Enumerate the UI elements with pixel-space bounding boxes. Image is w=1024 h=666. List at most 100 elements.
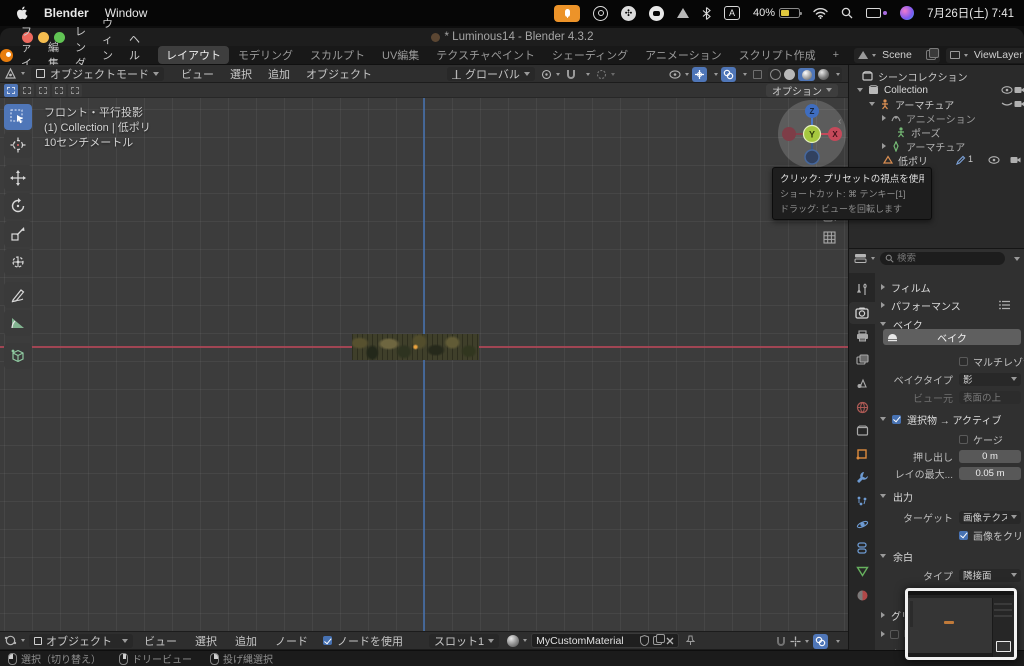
measure-tool[interactable] bbox=[4, 310, 32, 336]
navigation-gizmo[interactable]: Z X Y bbox=[778, 100, 846, 168]
obs-icon[interactable] bbox=[593, 6, 608, 21]
select-mode-subtract-button[interactable] bbox=[36, 84, 50, 97]
select-mode-new-button[interactable] bbox=[4, 84, 18, 97]
tab-shading[interactable]: シェーディング bbox=[544, 46, 636, 64]
target-dropdown[interactable]: 画像テクスチャ bbox=[959, 511, 1021, 524]
panel-margin[interactable]: 余白 bbox=[875, 548, 1024, 564]
pivot-point-dropdown[interactable] bbox=[541, 69, 560, 80]
gizmo-z-axis-ball[interactable]: Z bbox=[805, 104, 819, 118]
menubar-clock[interactable]: 7月26日(土) 7:41 bbox=[927, 5, 1014, 21]
move-tool[interactable] bbox=[4, 165, 32, 191]
tab-sculpting[interactable]: スカルプト bbox=[302, 46, 373, 64]
siri-icon[interactable] bbox=[900, 6, 914, 20]
panel-film[interactable]: フィルム bbox=[875, 279, 1024, 295]
eye-icon[interactable] bbox=[988, 156, 1000, 164]
object-visibility-dropdown[interactable] bbox=[669, 70, 689, 79]
screen-mirroring-icon[interactable] bbox=[866, 8, 887, 18]
bake-button[interactable]: ベイク bbox=[883, 329, 1021, 345]
tab-scene-properties[interactable] bbox=[854, 375, 870, 391]
proportional-editing-dropdown[interactable] bbox=[596, 69, 615, 80]
camera-restrict-icon[interactable] bbox=[1014, 85, 1024, 94]
pin-icon[interactable] bbox=[686, 635, 695, 646]
select-mode-invert-button[interactable] bbox=[52, 84, 66, 97]
gizmo-y-axis-ball[interactable]: Y bbox=[804, 126, 821, 143]
fake-user-shield-icon[interactable] bbox=[640, 635, 649, 646]
mode-dropdown[interactable]: オブジェクトモード bbox=[31, 67, 164, 81]
wireframe-shading-button[interactable] bbox=[770, 69, 781, 80]
expand-arrow-icon[interactable] bbox=[857, 88, 863, 92]
properties-editor-type-button[interactable] bbox=[854, 253, 875, 264]
from-multires-checkbox[interactable] bbox=[959, 357, 968, 366]
bake-type-dropdown[interactable]: 影 bbox=[959, 373, 1021, 386]
clear-image-checkbox[interactable] bbox=[959, 531, 968, 540]
tab-constraint-properties[interactable] bbox=[854, 540, 870, 556]
unlink-material-icon[interactable] bbox=[666, 637, 674, 645]
gizmo-x-axis-ball[interactable]: X bbox=[828, 127, 842, 141]
outliner-row-collection[interactable]: Collection bbox=[849, 83, 1024, 97]
selected-to-active-checkbox[interactable] bbox=[892, 415, 901, 424]
tab-output-properties[interactable] bbox=[854, 328, 870, 344]
panel-selected-to-active[interactable]: 選択物 → アクティブ bbox=[875, 411, 1024, 427]
viewport-3d[interactable]: フロント・平行投影 (1) Collection | 低ポリ 10センチメートル bbox=[0, 98, 848, 631]
outliner-row-animation[interactable]: アニメーション bbox=[849, 111, 1024, 125]
annotate-tool[interactable] bbox=[4, 282, 32, 308]
properties-options-dropdown[interactable] bbox=[1014, 257, 1020, 261]
tab-particle-properties[interactable] bbox=[854, 493, 870, 509]
shader-menu-view[interactable]: ビュー bbox=[137, 633, 184, 649]
extrusion-value-field[interactable]: 0 m bbox=[959, 450, 1021, 463]
toggle-xray-button[interactable] bbox=[750, 67, 765, 82]
select-mode-extend-button[interactable] bbox=[20, 84, 34, 97]
outliner-row-lowpoly[interactable]: 低ポリ 1 bbox=[849, 153, 1024, 167]
duplicate-material-icon[interactable] bbox=[653, 636, 662, 645]
tab-layout[interactable]: レイアウト bbox=[158, 46, 229, 64]
cage-checkbox[interactable] bbox=[959, 435, 968, 444]
tab-physics-properties[interactable] bbox=[854, 516, 870, 532]
show-gizmo-toggle[interactable] bbox=[692, 67, 707, 82]
collapse-arrow-icon[interactable] bbox=[882, 143, 886, 149]
preset-menu-icon[interactable] bbox=[999, 300, 1011, 310]
max-ray-value-field[interactable]: 0.05 m bbox=[959, 467, 1021, 480]
select-mode-intersect-button[interactable] bbox=[68, 84, 82, 97]
eye-closed-icon[interactable] bbox=[1001, 102, 1013, 107]
tab-animation[interactable]: アニメーション bbox=[637, 46, 730, 64]
spotlight-search-icon[interactable] bbox=[841, 7, 853, 19]
properties-search-input[interactable] bbox=[897, 253, 1000, 264]
panel-performance[interactable]: パフォーマンス bbox=[875, 297, 1024, 313]
tab-modeling[interactable]: モデリング bbox=[230, 46, 301, 64]
shader-menu-add[interactable]: 追加 bbox=[228, 633, 264, 649]
solid-shading-button[interactable] bbox=[784, 69, 795, 80]
expand-arrow-icon[interactable] bbox=[869, 102, 875, 106]
mic-status-icon[interactable] bbox=[554, 5, 580, 22]
tab-tool-properties[interactable] bbox=[854, 281, 870, 297]
input-source-icon[interactable]: A bbox=[724, 6, 740, 20]
properties-search[interactable] bbox=[880, 252, 1005, 265]
add-primitive-tool[interactable] bbox=[4, 343, 32, 369]
shader-snap-target-dropdown[interactable] bbox=[790, 636, 809, 647]
wifi-icon[interactable] bbox=[813, 8, 828, 19]
material-preview-shading-button[interactable] bbox=[798, 68, 815, 81]
tab-scripting[interactable]: スクリプト作成 bbox=[731, 46, 824, 64]
tab-material-properties[interactable] bbox=[854, 587, 870, 603]
camera-restrict-icon[interactable] bbox=[1010, 155, 1021, 164]
gizmo-neg-x-ball[interactable] bbox=[782, 127, 796, 141]
scale-tool[interactable] bbox=[4, 221, 32, 247]
collapse-arrow-icon[interactable] bbox=[882, 115, 886, 121]
tab-modifier-properties[interactable] bbox=[854, 469, 870, 485]
screen-share-pip-window[interactable] bbox=[905, 588, 1017, 660]
outliner-row-armature-data[interactable]: アーマチュア bbox=[849, 139, 1024, 153]
app-status-icon[interactable]: ✣ bbox=[621, 6, 636, 21]
shader-type-dropdown[interactable]: オブジェクト bbox=[29, 634, 133, 648]
shader-menu-select[interactable]: 選択 bbox=[188, 633, 224, 649]
mountain-app-icon[interactable] bbox=[677, 8, 689, 18]
use-nodes-checkbox[interactable] bbox=[323, 636, 332, 645]
shader-snap-toggle[interactable] bbox=[776, 636, 786, 647]
viewport-menu-add[interactable]: 追加 bbox=[261, 66, 297, 82]
mesh-object-lowpoly[interactable] bbox=[352, 334, 479, 360]
snap-toggle-button[interactable] bbox=[566, 69, 576, 80]
eye-icon[interactable] bbox=[1001, 86, 1013, 94]
select-box-tool[interactable] bbox=[4, 104, 32, 130]
perspective-ortho-toggle-icon[interactable] bbox=[823, 231, 836, 249]
shader-menu-node[interactable]: ノード bbox=[268, 633, 315, 649]
gizmo-neg-z-ball[interactable] bbox=[805, 150, 819, 164]
margin-type-dropdown[interactable]: 隣接面 bbox=[959, 569, 1021, 582]
